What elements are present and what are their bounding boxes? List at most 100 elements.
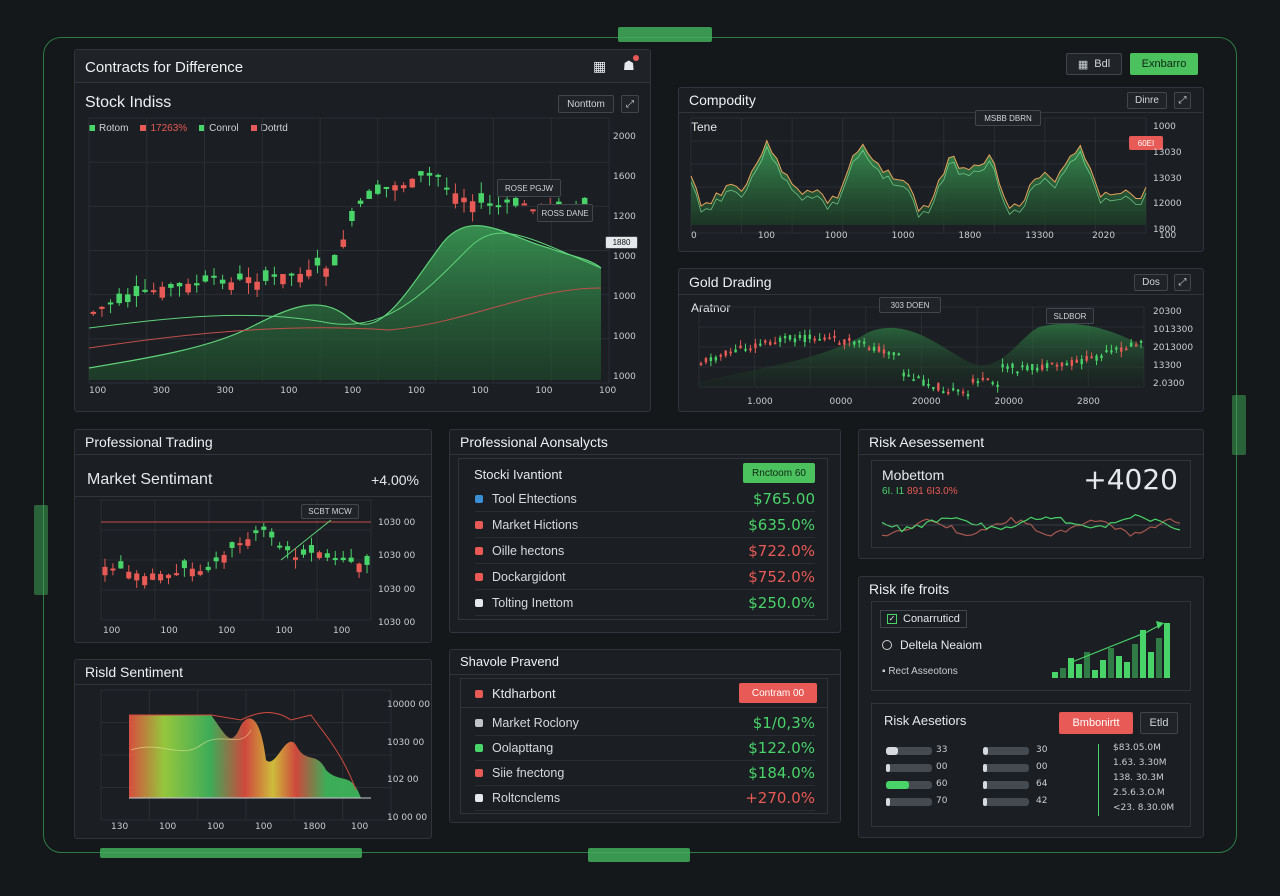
candle-body <box>788 335 792 340</box>
y-tick: 102 00 <box>387 775 419 786</box>
asset-row[interactable]: Market Roclony $1/0,3% <box>475 713 815 733</box>
candle-body <box>1125 348 1128 351</box>
asset-row[interactable]: Oolapttang $122.0% <box>475 738 815 758</box>
grid-icon[interactable]: ▦ <box>593 58 606 75</box>
candle-body <box>205 566 211 571</box>
row-divider <box>475 511 815 512</box>
candle-body <box>932 387 935 390</box>
candle-body <box>867 347 871 350</box>
y-tick: 12000 <box>1153 199 1182 210</box>
chart-tag: SLDBOR <box>1046 308 1094 324</box>
candle-body <box>892 352 896 356</box>
candle-body <box>872 346 876 351</box>
panel-title: Contracts for Difference <box>85 59 244 76</box>
x-tick: 100 <box>159 822 177 832</box>
candle-body <box>512 197 519 206</box>
candle-body <box>922 379 925 386</box>
profit-bar <box>1092 670 1098 678</box>
y-tick: 13030 <box>1153 147 1182 158</box>
candle-body <box>366 190 372 199</box>
section-header: Ktdharbont <box>475 686 556 701</box>
stock-panel: Contracts for Difference ▦ ☗ Stock Indis… <box>74 49 651 412</box>
asset-row[interactable]: Roltcnclems +270.0% <box>475 788 815 808</box>
y-tick: 2.0300 <box>1153 379 1185 389</box>
candle-body <box>107 302 114 305</box>
expand-icon[interactable]: ⤢ <box>621 95 639 113</box>
calendar-icon: ▦ <box>1077 58 1089 71</box>
bar-track <box>886 798 932 806</box>
y-tick: 1000 <box>613 332 636 342</box>
primary-button[interactable]: Bmbonirtt <box>1059 712 1133 734</box>
assets-box: Stocki Ivantiont Rnctoom 60 Tool Ehtecti… <box>458 458 828 620</box>
asset-list: Tool Ehtections $765.00 Market Hictions $63… <box>475 489 815 619</box>
stock-chart <box>88 117 610 384</box>
risk-profits-panel: Risk ife froits ✓ Conarruticd Deltela Nea… <box>858 576 1204 838</box>
row-divider <box>475 589 815 590</box>
glow-accent <box>1232 395 1246 455</box>
x-tick: 0000 <box>829 397 853 407</box>
asset-row[interactable]: Market Hictions $635.0% <box>475 515 815 535</box>
asset-value: $635.0% <box>748 516 815 534</box>
area-fill <box>691 140 1146 225</box>
candle-body <box>838 342 841 345</box>
candle-body <box>324 553 330 558</box>
expand-icon[interactable]: ⤢ <box>1174 92 1191 109</box>
x-tick: 100 <box>89 386 107 396</box>
candle-body <box>1100 355 1103 359</box>
x-tick: 100 <box>351 822 369 832</box>
x-tick: 1800 <box>958 231 982 241</box>
asset-label: Oolapttang <box>492 741 554 755</box>
interval-select[interactable]: Dinre <box>1127 92 1167 109</box>
x-tick: 1.000 <box>747 397 773 407</box>
bar-value: 70 <box>936 796 948 806</box>
flag-icon: ▪ <box>882 666 886 677</box>
candle-body <box>848 337 851 341</box>
candle-body <box>986 378 989 381</box>
metric-change: 6I. I1 <box>882 486 905 497</box>
candle-body <box>937 383 940 391</box>
candle-body <box>1085 356 1088 361</box>
candle-body <box>902 372 905 377</box>
asset-row[interactable]: Tolting Inettom $250.0% <box>475 593 815 613</box>
primary-button[interactable]: Exnbarro <box>1130 53 1198 75</box>
toolbar-button[interactable]: ▦ Bdl <box>1066 53 1122 75</box>
bar-fill <box>983 798 987 806</box>
asset-row[interactable]: Tool Ehtections $765.00 <box>475 489 815 509</box>
y-tick: 1000 <box>613 252 636 262</box>
asset-row[interactable]: Oille hectons $722.0% <box>475 541 815 561</box>
action-button[interactable]: Contram 00 <box>739 683 817 703</box>
user-icon[interactable]: ☗ <box>623 58 635 74</box>
profit-bar <box>1124 662 1130 678</box>
checkbox-item[interactable]: ✓ Conarruticd <box>880 610 967 628</box>
asset-row[interactable]: Siie fnectong $184.0% <box>475 763 815 783</box>
profit-bar <box>1100 660 1106 678</box>
candle-body <box>118 561 124 569</box>
x-tick: 100 <box>218 626 236 636</box>
interval-select[interactable]: Dos <box>1134 274 1168 291</box>
x-tick: 100 <box>599 386 617 396</box>
expand-icon[interactable]: ⤢ <box>1174 274 1191 291</box>
profit-bar <box>1076 664 1082 678</box>
y-tick: 1030 00 <box>387 737 425 748</box>
candle-body <box>858 340 861 343</box>
candle-body <box>181 560 187 569</box>
candle-body <box>521 203 528 206</box>
panel-title: Compodity <box>689 92 756 108</box>
x-tick: 2020 <box>1092 231 1116 241</box>
candle-body <box>116 293 122 304</box>
interval-select[interactable]: Nonttom <box>558 95 614 113</box>
y-tick: 1600 <box>613 172 636 182</box>
asset-icon <box>475 744 483 752</box>
candle-body <box>942 391 945 394</box>
candle-body <box>285 546 291 551</box>
glow-accent <box>100 848 362 858</box>
bar-value: 30 <box>1036 745 1048 755</box>
asset-row[interactable]: Dockargidont $752.0% <box>475 567 815 587</box>
panel-title: Professional Aonsalycts <box>460 434 608 450</box>
risk-sentiment-panel: Risld Sentiment 10000 00 1030 00 102 00 10 … <box>74 659 432 839</box>
secondary-button[interactable]: Etld <box>1140 712 1178 734</box>
candle-body <box>719 354 722 357</box>
row-divider <box>475 760 815 761</box>
action-button[interactable]: Rnctoom 60 <box>743 463 815 483</box>
candle-body <box>504 199 510 203</box>
